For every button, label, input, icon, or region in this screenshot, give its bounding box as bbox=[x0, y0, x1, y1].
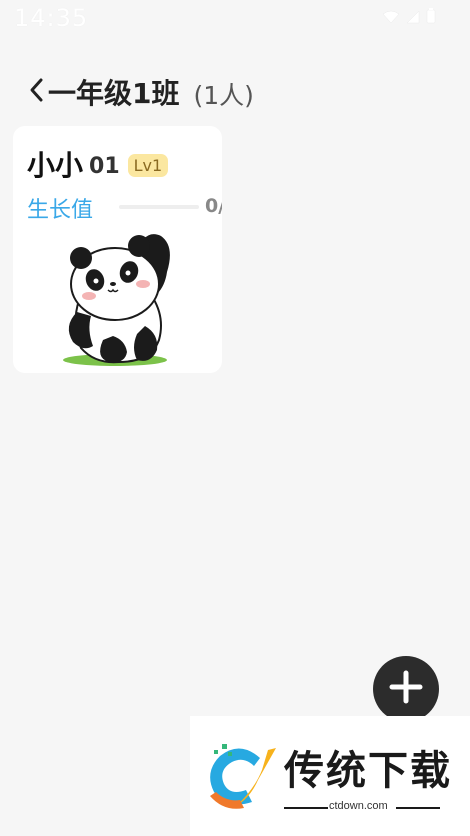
panda-avatar bbox=[53, 222, 193, 370]
status-time: 14:35 bbox=[14, 4, 89, 32]
student-name-row: 小小 01 Lv1 bbox=[27, 144, 169, 184]
class-detail-page: 14:35 一年级1班 (1人) 小小 01 Lv1 生长值 0 传统下载 ct… bbox=[0, 0, 470, 836]
level-badge: Lv1 bbox=[127, 153, 169, 177]
add-student-button[interactable] bbox=[373, 656, 439, 722]
watermark-divider-right bbox=[396, 807, 440, 809]
growth-label: 生长值 bbox=[27, 198, 94, 223]
growth-progress-bar bbox=[119, 205, 199, 209]
student-name: 小小 bbox=[27, 149, 84, 182]
signal-icon bbox=[406, 9, 420, 28]
status-bar: 14:35 bbox=[0, 0, 470, 40]
back-button[interactable] bbox=[24, 72, 48, 112]
student-number: 01 bbox=[89, 153, 120, 179]
header: 一年级1班 (1人) bbox=[24, 70, 254, 114]
watermark-logo bbox=[200, 740, 276, 816]
watermark-brand: 传统下载 bbox=[284, 748, 452, 794]
watermark-site: ctdown.com bbox=[329, 800, 388, 812]
watermark: 传统下载 ctdown.com bbox=[190, 716, 470, 836]
page-title: 一年级1班 bbox=[48, 77, 180, 110]
status-icons bbox=[382, 8, 436, 28]
student-card[interactable]: 小小 01 Lv1 生长值 0/1 bbox=[13, 126, 222, 373]
student-count: (1人) bbox=[193, 81, 254, 110]
wifi-icon bbox=[382, 9, 400, 28]
plus-icon bbox=[388, 669, 424, 709]
chevron-left-icon bbox=[28, 77, 44, 107]
growth-value: 0/1 bbox=[205, 195, 222, 217]
growth-row: 生长值 0/1 bbox=[27, 192, 222, 223]
battery-icon bbox=[426, 8, 436, 28]
watermark-divider-left bbox=[284, 807, 328, 809]
